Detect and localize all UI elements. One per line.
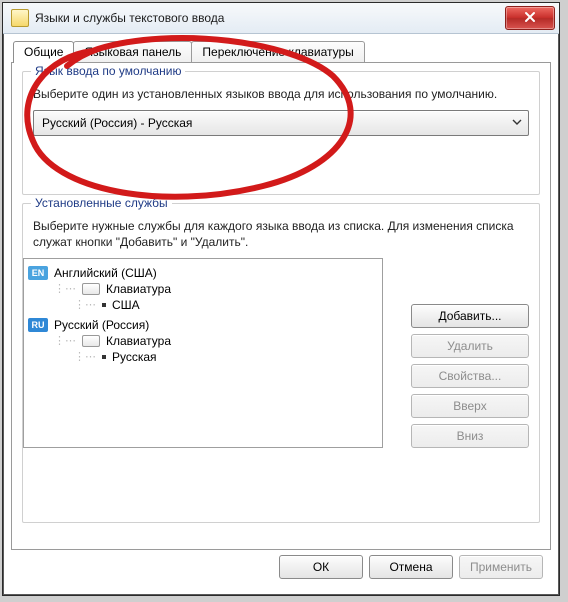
ok-button[interactable]: ОК bbox=[279, 555, 363, 579]
properties-button[interactable]: Свойства... bbox=[411, 364, 529, 388]
tab-panel-general: Язык ввода по умолчанию Выберите один из… bbox=[11, 62, 551, 550]
layout-en[interactable]: США bbox=[112, 298, 140, 312]
group-default-language: Язык ввода по умолчанию Выберите один из… bbox=[22, 71, 540, 195]
lang-name-ru[interactable]: Русский (Россия) bbox=[54, 318, 149, 332]
window-title: Языки и службы текстового ввода bbox=[35, 11, 505, 25]
keyboard-label-en: Клавиатура bbox=[106, 282, 171, 296]
keyboard-label-ru: Клавиатура bbox=[106, 334, 171, 348]
services-listbox[interactable]: EN Английский (США) ⋮⋯ Клавиатура ⋮⋯ США bbox=[23, 258, 383, 448]
chevron-down-icon bbox=[512, 116, 522, 130]
apply-button[interactable]: Применить bbox=[459, 555, 543, 579]
default-language-dropdown[interactable]: Русский (Россия) - Русская bbox=[33, 110, 529, 136]
lang-badge-ru: RU bbox=[28, 318, 48, 332]
list-item: RU Русский (Россия) ⋮⋯ Клавиатура ⋮⋯ Рус… bbox=[28, 317, 378, 365]
lang-name-en[interactable]: Английский (США) bbox=[54, 266, 157, 280]
tab-keyboard-switch[interactable]: Переключение клавиатуры bbox=[191, 41, 364, 63]
bullet-icon bbox=[102, 303, 106, 307]
move-up-button[interactable]: Вверх bbox=[411, 394, 529, 418]
group-default-desc: Выберите один из установленных языков вв… bbox=[33, 86, 529, 102]
layout-ru[interactable]: Русская bbox=[112, 350, 157, 364]
tab-language-bar[interactable]: Языковая панель bbox=[73, 41, 192, 63]
close-button[interactable] bbox=[505, 6, 555, 30]
dialog-window: Языки и службы текстового ввода Общие Яз… bbox=[2, 2, 560, 596]
keyboard-icon bbox=[82, 335, 100, 347]
dialog-footer: ОК Отмена Применить bbox=[279, 555, 543, 579]
group-services-title: Установленные службы bbox=[31, 196, 172, 210]
cancel-button[interactable]: Отмена bbox=[369, 555, 453, 579]
remove-button[interactable]: Удалить bbox=[411, 334, 529, 358]
add-button[interactable]: Добавить... bbox=[411, 304, 529, 328]
list-item: EN Английский (США) ⋮⋯ Клавиатура ⋮⋯ США bbox=[28, 265, 378, 313]
tab-general[interactable]: Общие bbox=[13, 41, 74, 63]
service-buttons: Добавить... Удалить Свойства... Вверх Вн… bbox=[411, 304, 529, 448]
lang-badge-en: EN bbox=[28, 266, 48, 280]
bullet-icon bbox=[102, 355, 106, 359]
group-default-title: Язык ввода по умолчанию bbox=[31, 64, 185, 78]
client-area: Общие Языковая панель Переключение клави… bbox=[11, 41, 551, 587]
default-language-value: Русский (Россия) - Русская bbox=[42, 116, 192, 130]
move-down-button[interactable]: Вниз bbox=[411, 424, 529, 448]
tab-strip: Общие Языковая панель Переключение клави… bbox=[11, 41, 551, 63]
group-installed-services: Установленные службы Выберите нужные слу… bbox=[22, 203, 540, 523]
keyboard-icon bbox=[82, 283, 100, 295]
group-services-desc: Выберите нужные службы для каждого языка… bbox=[33, 218, 529, 250]
app-icon bbox=[11, 9, 29, 27]
close-icon bbox=[523, 10, 537, 27]
title-bar: Языки и службы текстового ввода bbox=[3, 3, 559, 34]
